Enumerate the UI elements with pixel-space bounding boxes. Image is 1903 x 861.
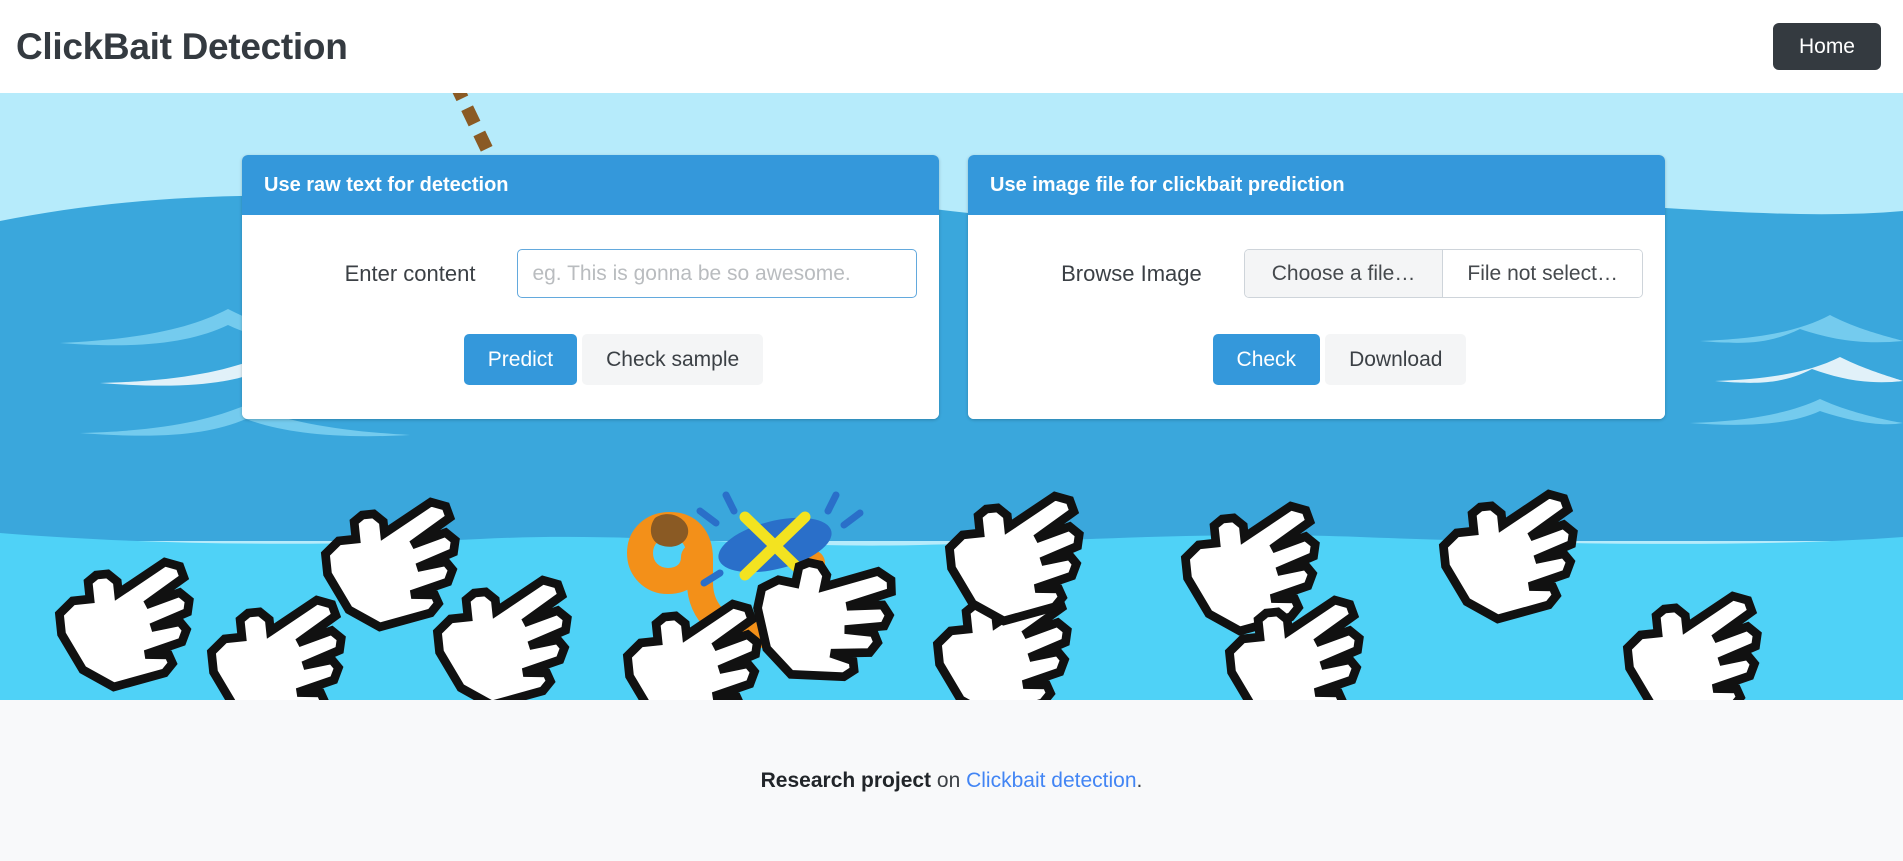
footer-bold-text: Research project bbox=[760, 768, 932, 792]
file-input-group[interactable]: Choose a file… File not select… bbox=[1243, 249, 1643, 298]
predict-button[interactable]: Predict bbox=[463, 334, 578, 386]
raw-text-button-row: Predict Check sample bbox=[264, 334, 917, 386]
check-sample-button[interactable]: Check sample bbox=[582, 334, 764, 386]
download-button[interactable]: Download bbox=[1325, 334, 1467, 386]
image-file-button-row: Check Download bbox=[990, 334, 1643, 386]
card-image-file: Use image file for clickbait prediction … bbox=[968, 155, 1665, 420]
clickbait-detection-link[interactable]: Clickbait detection bbox=[966, 769, 1136, 792]
check-button[interactable]: Check bbox=[1212, 334, 1321, 386]
home-button[interactable]: Home bbox=[1772, 23, 1881, 70]
card-image-file-title: Use image file for clickbait prediction bbox=[968, 155, 1665, 215]
page-title: ClickBait Detection bbox=[16, 25, 348, 67]
navbar: ClickBait Detection Home bbox=[0, 0, 1903, 93]
enter-content-row: Enter content bbox=[264, 249, 917, 298]
card-raw-text-title: Use raw text for detection bbox=[242, 155, 939, 215]
file-status-text: File not select… bbox=[1443, 250, 1642, 297]
card-raw-text: Use raw text for detection Enter content… bbox=[242, 155, 939, 420]
hero-section: Use raw text for detection Enter content… bbox=[0, 93, 1903, 700]
choose-file-button[interactable]: Choose a file… bbox=[1244, 250, 1444, 297]
browse-image-row: Browse Image Choose a file… File not sel… bbox=[990, 249, 1643, 298]
enter-content-label: Enter content bbox=[344, 260, 476, 286]
card-image-file-body: Browse Image Choose a file… File not sel… bbox=[968, 215, 1665, 420]
browse-image-label: Browse Image bbox=[1061, 260, 1202, 286]
footer-trailing-text: . bbox=[1136, 768, 1143, 792]
footer-text: Research project on Clickbait detection. bbox=[761, 769, 1143, 793]
content-input[interactable] bbox=[517, 249, 917, 298]
footer: Research project on Clickbait detection. bbox=[0, 700, 1903, 861]
footer-middle-text: on bbox=[931, 768, 967, 792]
card-raw-text-body: Enter content Predict Check sample bbox=[242, 215, 939, 420]
